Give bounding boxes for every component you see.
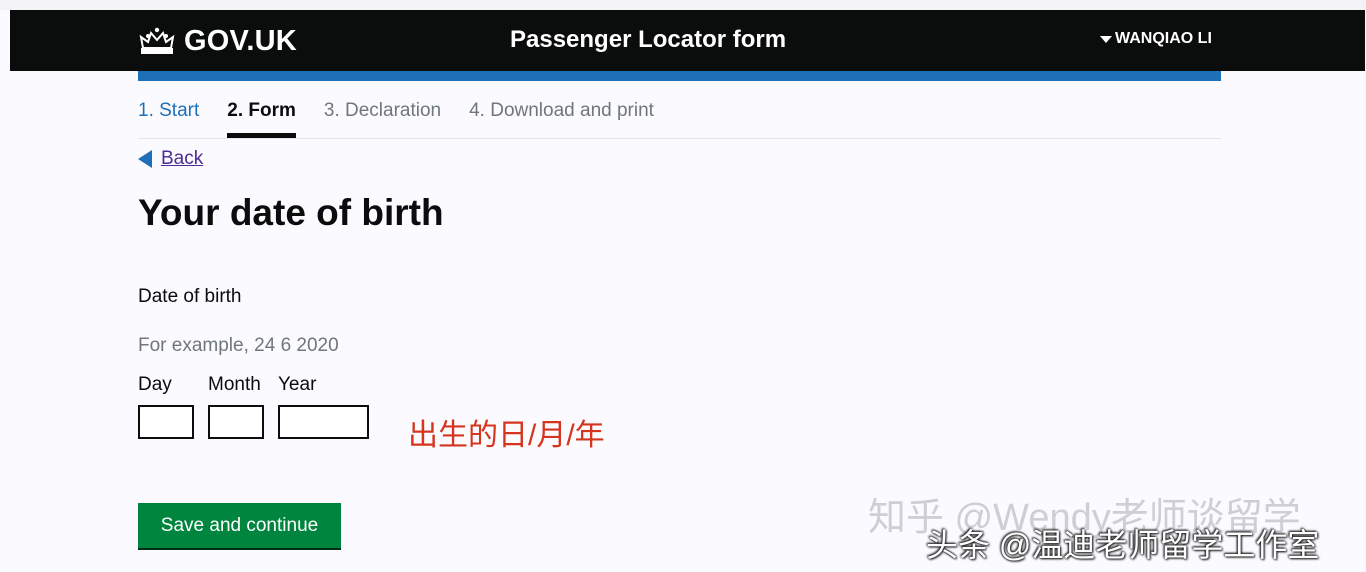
month-input[interactable] — [208, 405, 264, 439]
save-and-continue-button[interactable]: Save and continue — [138, 503, 341, 548]
page-title: Your date of birth — [138, 192, 444, 233]
step-declaration: 3. Declaration — [323, 100, 442, 121]
step-start[interactable]: 1. Start — [138, 100, 199, 138]
progress-steps: 1. Start 2. Form 3. Declaration 4. Downl… — [138, 100, 1221, 139]
day-label: Day — [138, 374, 172, 395]
year-item: Year — [278, 374, 369, 439]
year-label: Year — [278, 374, 317, 395]
date-of-birth-label: Date of birth — [138, 286, 242, 307]
caret-down-icon — [1100, 35, 1112, 43]
account-name: WANQIAO LI — [1115, 30, 1212, 47]
service-name[interactable]: Passenger Locator form — [510, 26, 786, 54]
back-arrow-icon — [138, 150, 152, 168]
browser-top-strip — [0, 0, 1366, 10]
back-link[interactable]: Back — [161, 148, 203, 170]
header-accent-bar — [138, 71, 1221, 81]
chinese-annotation: 出生的日/月/年 — [408, 419, 605, 452]
date-input-group: Day Month Year — [138, 374, 369, 439]
year-input[interactable] — [278, 405, 369, 439]
month-label: Month — [208, 374, 261, 395]
govuk-logo[interactable]: GOV.UK — [138, 24, 297, 57]
toutiao-watermark: 头条 @温迪老师留学工作室 — [926, 527, 1320, 563]
day-item: Day — [138, 374, 194, 439]
site-header: GOV.UK Passenger Locator form WANQIAO LI — [10, 10, 1365, 71]
step-form: 2. Form — [227, 100, 296, 138]
step-download: 4. Download and print — [469, 100, 654, 121]
brand-text: GOV.UK — [184, 24, 297, 57]
account-menu[interactable]: WANQIAO LI — [1100, 30, 1212, 48]
crown-icon — [139, 27, 175, 54]
back-navigation[interactable]: Back — [138, 148, 203, 170]
month-item: Month — [208, 374, 264, 439]
date-hint: For example, 24 6 2020 — [138, 335, 339, 356]
day-input[interactable] — [138, 405, 194, 439]
